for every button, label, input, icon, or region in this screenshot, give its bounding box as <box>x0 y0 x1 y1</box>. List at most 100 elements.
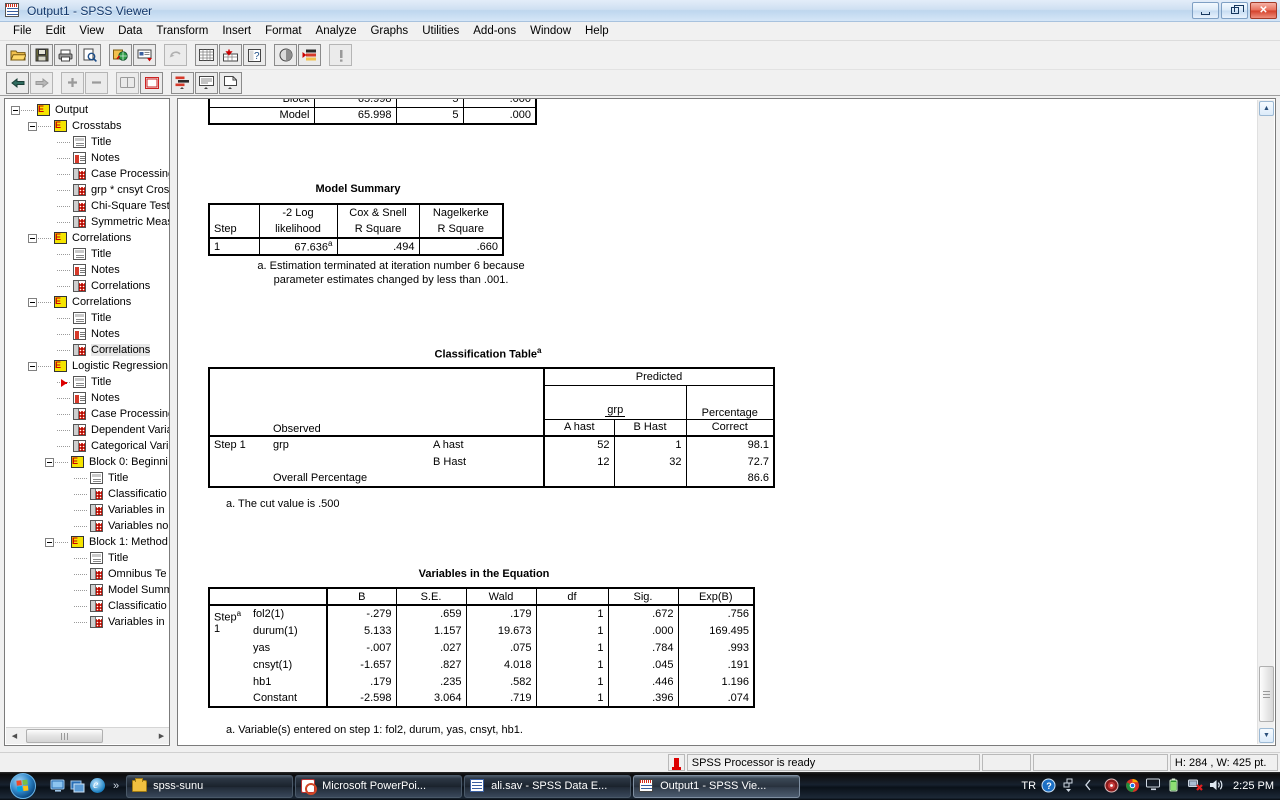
outline-node[interactable]: E Output <box>5 102 169 118</box>
display-icon[interactable] <box>1146 778 1162 794</box>
goto-case-icon[interactable] <box>219 44 242 66</box>
menu-utilities[interactable]: Utilities <box>415 22 466 40</box>
network-flyout-icon[interactable] <box>1062 778 1078 794</box>
outline-node[interactable]: E Correlations <box>5 294 169 310</box>
outline-node[interactable]: Classificatio <box>5 486 169 502</box>
classification-table-wrap[interactable]: Observed Predicted Percentage grp A hast… <box>208 367 775 488</box>
outline-node[interactable]: Dependent Varia <box>5 422 169 438</box>
menu-edit[interactable]: Edit <box>39 22 73 40</box>
restore-button[interactable] <box>1221 2 1248 19</box>
output-vscroll-thumb[interactable] <box>1259 666 1274 722</box>
volume-icon[interactable] <box>1209 778 1225 794</box>
scroll-up-button[interactable]: ▲ <box>1259 101 1274 116</box>
outline-hscroll-track[interactable] <box>23 728 153 744</box>
outline-node[interactable]: Notes <box>5 150 169 166</box>
menu-format[interactable]: Format <box>258 22 308 40</box>
minimize-button[interactable] <box>1192 2 1219 19</box>
menu-data[interactable]: Data <box>111 22 149 40</box>
outline-node[interactable]: E Block 0: Beginni <box>5 454 169 470</box>
run-icon[interactable] <box>329 44 352 66</box>
expand-icon[interactable] <box>61 71 84 94</box>
outline-node[interactable]: Title <box>5 246 169 262</box>
output-document[interactable]: Block 65.998 5 .000 Model 65.998 5 .000 <box>178 99 1258 745</box>
output-vertical-scrollbar[interactable]: ▲ ▼ <box>1257 100 1274 744</box>
close-button[interactable]: ✕ <box>1250 2 1277 19</box>
battery-icon[interactable] <box>1167 778 1183 794</box>
outline-node[interactable]: Title <box>5 470 169 486</box>
taskbar-button-spss-sunu[interactable]: spss-sunu <box>126 774 294 798</box>
outline-node[interactable]: E Correlations <box>5 230 169 246</box>
outline-node[interactable]: Symmetric Meas <box>5 214 169 230</box>
outline-node[interactable]: Notes <box>5 390 169 406</box>
recall-dialog-icon[interactable] <box>133 44 156 66</box>
outline-node[interactable]: Case Processing <box>5 406 169 422</box>
taskbar-button-spss-data-editor[interactable]: ali.sav - SPSS Data E... <box>464 774 632 798</box>
tree-expander-icon[interactable] <box>11 105 20 115</box>
security-icon[interactable] <box>1104 778 1120 794</box>
outline-node[interactable]: Title <box>5 310 169 326</box>
outline-node[interactable]: Notes <box>5 262 169 278</box>
outline-node[interactable]: Case Processing <box>5 166 169 182</box>
tree-expander-icon[interactable] <box>28 121 37 131</box>
taskbar-button-spss-viewer[interactable]: Output1 - SPSS Vie... <box>633 774 801 798</box>
insert-cases-icon[interactable] <box>298 44 321 66</box>
outline-node[interactable]: Categorical Vari <box>5 438 169 454</box>
hide-icon[interactable] <box>140 71 163 94</box>
demote-icon[interactable] <box>30 71 53 94</box>
help-icon[interactable]: ? <box>1041 778 1057 794</box>
quicklaunch-overflow-chevron[interactable]: » <box>113 780 119 792</box>
open-file-icon[interactable] <box>6 44 29 66</box>
insert-text-icon[interactable] <box>219 71 242 94</box>
print-preview-icon[interactable] <box>78 44 101 66</box>
scroll-right-icon[interactable]: ▶ <box>153 728 169 744</box>
scroll-left-icon[interactable]: ◀ <box>6 728 23 744</box>
outline-pane[interactable]: E Output E Crosstabs Title Notes Case Processi… <box>4 98 170 746</box>
outline-node[interactable]: Notes <box>5 326 169 342</box>
outline-horizontal-scrollbar[interactable]: ◀ ▶ <box>6 727 169 744</box>
outline-node[interactable]: Omnibus Te <box>5 566 169 582</box>
insert-heading-icon[interactable] <box>171 71 194 94</box>
tree-expander-icon[interactable] <box>45 537 54 547</box>
menu-file[interactable]: File <box>6 22 39 40</box>
outline-node[interactable]: E Logistic Regression <box>5 358 169 374</box>
print-icon[interactable] <box>54 44 77 66</box>
start-button[interactable] <box>0 772 46 800</box>
system-clock[interactable]: 2:25 PM <box>1233 780 1274 792</box>
menu-help[interactable]: Help <box>578 22 616 40</box>
promote-icon[interactable] <box>6 71 29 94</box>
chevron-left-icon[interactable] <box>1083 778 1099 794</box>
menu-insert[interactable]: Insert <box>215 22 258 40</box>
taskbar-button-powerpoint[interactable]: Microsoft PowerPoi... <box>295 774 463 798</box>
undo-icon[interactable] <box>164 44 187 66</box>
outline-node[interactable]: Variables in <box>5 502 169 518</box>
outline-node[interactable]: Correlations <box>5 278 169 294</box>
output-pane[interactable]: Block 65.998 5 .000 Model 65.998 5 .000 <box>177 98 1276 746</box>
outline-node[interactable]: Classificatio <box>5 598 169 614</box>
outline-node[interactable]: grp * cnsyt Cros <box>5 182 169 198</box>
language-indicator[interactable]: TR <box>1021 780 1036 792</box>
variables-equation-table-wrap[interactable]: B S.E. Wald df Sig. Exp(B) Stepa 1 fol2(… <box>208 587 755 708</box>
internet-explorer-icon[interactable] <box>90 777 107 795</box>
outline-node[interactable]: Correlations <box>5 342 169 358</box>
export-web-icon[interactable] <box>109 44 132 66</box>
outline-node[interactable]: Title <box>5 550 169 566</box>
switch-windows-icon[interactable] <box>70 778 87 795</box>
tree-expander-icon[interactable] <box>28 361 37 371</box>
goto-data-icon[interactable] <box>195 44 218 66</box>
outline-node[interactable]: E Block 1: Method <box>5 534 169 550</box>
menu-view[interactable]: View <box>72 22 111 40</box>
outline-node[interactable]: Model Summ <box>5 582 169 598</box>
show-icon[interactable] <box>116 71 139 94</box>
show-desktop-icon[interactable] <box>50 778 67 795</box>
scroll-down-button[interactable]: ▼ <box>1259 728 1274 743</box>
tree-expander-icon[interactable] <box>28 297 37 307</box>
tree-expander-icon[interactable] <box>28 233 37 243</box>
model-summary-table-wrap[interactable]: -2 Log Cox & Snell Nagelkerke Step likel… <box>208 203 504 256</box>
menu-transform[interactable]: Transform <box>149 22 215 40</box>
outline-node[interactable]: Title <box>5 374 169 390</box>
insert-title-icon[interactable] <box>195 71 218 94</box>
outline-node[interactable]: Variables no <box>5 518 169 534</box>
network-error-icon[interactable] <box>1188 778 1204 794</box>
outline-tree[interactable]: E Output E Crosstabs Title Notes Case Processi… <box>5 99 169 727</box>
menu-analyze[interactable]: Analyze <box>309 22 364 40</box>
